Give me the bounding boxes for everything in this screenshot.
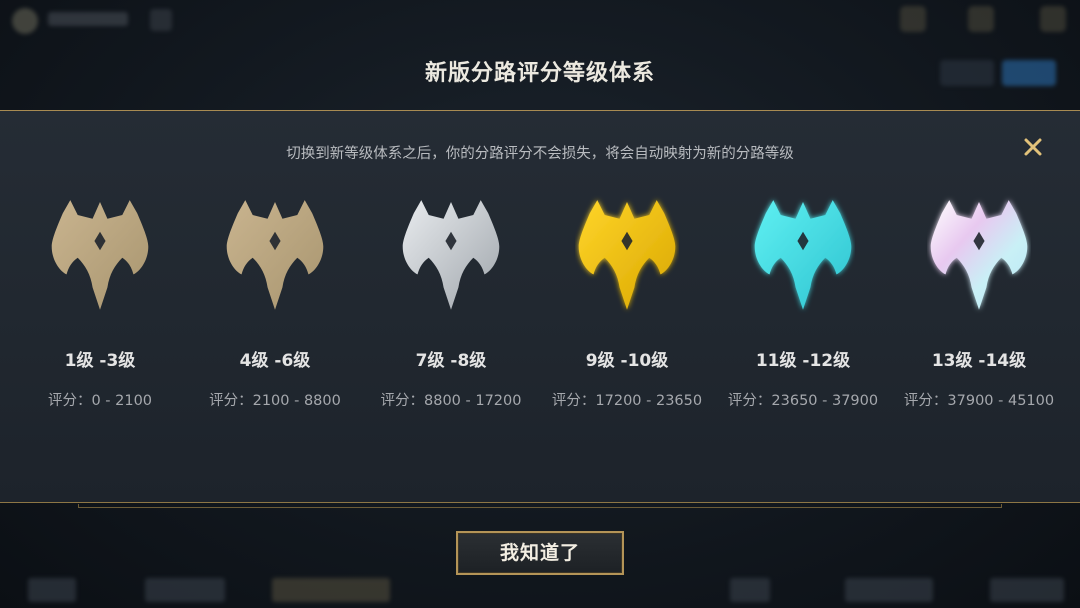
tier-score-range: 评分：17200 - 23650	[551, 393, 703, 409]
tier-score-range: 评分：37900 - 45100	[903, 393, 1055, 409]
silver-rank-emblem-icon	[402, 200, 500, 310]
tier-level-label: 13级 -14级	[931, 351, 1027, 371]
beige-rank-emblem-icon	[226, 200, 324, 310]
tier-card: 7级 -8级评分：8800 - 17200	[366, 190, 536, 420]
close-icon	[1024, 138, 1042, 156]
add-icon	[150, 9, 172, 31]
tier-score-range: 评分：2100 - 8800	[209, 393, 341, 409]
background-topbar	[0, 0, 1080, 40]
gold-rank-emblem-icon	[578, 200, 676, 310]
mail-icon	[968, 6, 994, 32]
dialog-title: 新版分路评分等级体系	[424, 61, 655, 86]
tier-level-label: 9级 -10级	[585, 351, 669, 371]
notes-icon	[1040, 6, 1066, 32]
tier-level-label: 7级 -8级	[415, 351, 487, 371]
bg-tab	[145, 578, 225, 602]
tier-card: 11级 -12级评分：23650 - 37900	[718, 190, 888, 420]
avatar	[12, 8, 38, 34]
iridescent-rank-emblem-icon	[930, 200, 1028, 310]
dialog-subtitle: 切换到新等级体系之后，你的分路评分不会损失，将会自动映射为新的分路等级	[286, 146, 794, 162]
tier-card: 1级 -3级评分：0 - 2100	[15, 190, 185, 420]
tier-card: 13级 -14级评分：37900 - 45100	[894, 190, 1064, 420]
game-screen: 新版分路评分等级体系 切换到新等级体系之后，你的分路评分不会损失，将会自动映射为…	[0, 0, 1080, 608]
tier-level-label: 1级 -3级	[64, 351, 136, 371]
bg-tab	[272, 578, 390, 602]
bg-tab	[730, 578, 770, 602]
beige-rank-emblem-icon	[51, 200, 149, 310]
tier-level-label: 11级 -12级	[755, 351, 851, 371]
bg-tab	[990, 578, 1064, 602]
cyan-rank-emblem-icon	[754, 200, 852, 310]
settings-icon	[900, 6, 926, 32]
tier-score-range: 评分：8800 - 17200	[380, 393, 522, 409]
tier-card: 4级 -6级评分：2100 - 8800	[190, 190, 360, 420]
confirm-button[interactable]: 我知道了	[456, 531, 624, 575]
tier-card: 9级 -10级评分：17200 - 23650	[542, 190, 712, 420]
tier-score-range: 评分：23650 - 37900	[727, 393, 879, 409]
bg-tab	[845, 578, 933, 602]
tier-level-label: 4级 -6级	[239, 351, 311, 371]
bg-tab	[28, 578, 76, 602]
tier-score-range: 评分：0 - 2100	[47, 393, 153, 409]
player-name-placeholder	[48, 12, 128, 26]
close-button[interactable]	[1020, 134, 1046, 160]
tier-list: 1级 -3级 评分：0 - 2100 4级 -6级 评分：2100 - 8800 7级 …	[0, 190, 1080, 420]
